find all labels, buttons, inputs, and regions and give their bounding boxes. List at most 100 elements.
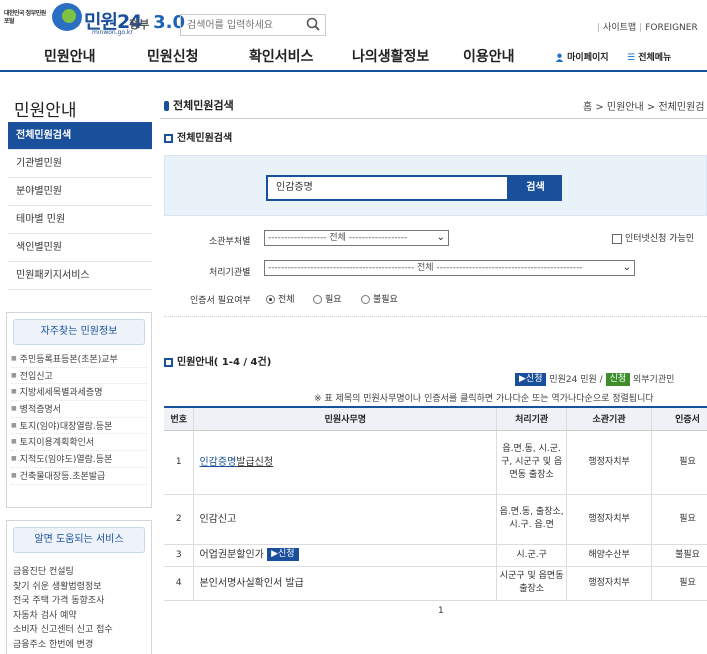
global-nav: 민원안내 민원신청 확인서비스 나의생활정보 이용안내 마이페이지 ☰ 전체메뉴 <box>0 42 707 72</box>
cert-label: 인증서 필요여부 <box>190 296 251 306</box>
sidebar-menu: 전체민원검색 기관별민원 분야별민원 테마별 민원 색인별민원 민원패키지서비스 <box>8 122 152 290</box>
service-name: 인감증명발급신청 <box>193 430 498 495</box>
section-title: 전체민원검색 <box>164 129 232 144</box>
col-header-org: 처리기관 <box>496 406 568 431</box>
service-name-text[interactable]: 본인서명사실확인서 발급 <box>199 578 303 589</box>
responsible-dept: 행정자치부 <box>566 430 653 495</box>
faq-item[interactable]: 토지(임야)대장열람.등본 <box>11 418 147 435</box>
col-header-cert[interactable]: 인증서 <box>651 406 707 431</box>
sidebar-item-all-search[interactable]: 전체민원검색 <box>8 122 152 150</box>
mypage-link[interactable]: 마이페이지 <box>555 50 609 63</box>
handling-org: 시.군.구 <box>496 544 568 567</box>
search-icon[interactable] <box>305 16 321 32</box>
col-header-no: 번호 <box>164 406 195 431</box>
internet-only-checkbox[interactable]: 인터넷신청 가능민 <box>612 231 694 244</box>
org-select[interactable]: ----------------------------------------… <box>264 260 635 276</box>
logo-url: minwon.go.kr <box>92 29 133 36</box>
menu-icon: ☰ <box>627 53 636 63</box>
cert-radio-required[interactable]: 필요 <box>313 292 342 305</box>
result-count-title: 민원안내( 1-4 / 4건) <box>164 353 271 368</box>
sitemap-link[interactable]: 사이트맵 <box>603 23 636 33</box>
service-link[interactable]: 인감증명 <box>199 457 236 468</box>
header-search <box>180 14 326 36</box>
search-panel: 인감증명 검색 <box>164 155 707 216</box>
page-number[interactable]: 1 <box>438 606 444 616</box>
help-item[interactable]: 전국 주택 가격 동향조사 <box>13 594 145 609</box>
chevron-down-icon: ⌄ <box>622 262 631 273</box>
col-header-name[interactable]: 민원사무명 <box>193 406 498 431</box>
checkbox-icon <box>612 233 622 244</box>
col-header-dept: 소관기관 <box>566 406 653 431</box>
faq-item[interactable]: 전입신고 <box>11 368 147 385</box>
section-square-icon <box>164 357 173 367</box>
result-table: 번호 민원사무명 처리기관 소관기관 인증서 1 인감증명발급신청 읍.면.동,… <box>164 406 707 601</box>
cert-required: 필요 <box>651 430 707 495</box>
row-number: 4 <box>164 566 195 601</box>
faq-item[interactable]: 주민등록표등본(초본)교부 <box>11 351 147 368</box>
table-row: 4 본인서명사실확인서 발급 시군구 및 읍면동 출장소 행정자치부 필요 <box>164 566 707 601</box>
section-square-icon <box>164 133 173 143</box>
dept-select[interactable]: ------------------ 전체 ------------------… <box>264 230 449 246</box>
faq-item[interactable]: 건축물대장등.초본발급 <box>11 468 147 485</box>
help-item[interactable]: 금융진단 컨설팅 <box>13 565 145 580</box>
service-name-text[interactable]: 인감신고 <box>199 514 236 525</box>
table-row: 1 인감증명발급신청 읍.면.동, 시.군.구, 시군구 및 읍면동 출장소 행… <box>164 430 707 495</box>
service-name-text[interactable]: 발급신청 <box>236 457 273 468</box>
search-button[interactable]: 검색 <box>509 175 562 201</box>
service-name: 본인서명사실확인서 발급 <box>193 566 498 601</box>
gnb-item-lifeinfo[interactable]: 나의생활정보 <box>352 46 429 66</box>
sidebar-item-by-field[interactable]: 분야별민원 <box>8 178 152 206</box>
handling-org: 읍.면.동, 시.군.구, 시군구 및 읍면동 출장소 <box>496 430 568 495</box>
gnb-item-help[interactable]: 이용안내 <box>463 46 515 66</box>
radio-icon <box>313 295 322 304</box>
minwon24-logo-icon[interactable] <box>52 3 82 31</box>
foreigner-link[interactable]: FOREIGNER <box>645 23 698 33</box>
cert-required: 필요 <box>651 494 707 545</box>
handling-org: 읍.면.동, 출장소, 시.구. 읍.면 <box>496 494 568 545</box>
cert-required: 불필요 <box>651 544 707 567</box>
gnb-item-guide[interactable]: 민원안내 <box>44 46 96 66</box>
gov-portal-logo-text[interactable]: 대한민국 정부민원포털 <box>4 10 48 26</box>
responsible-dept: 행정자치부 <box>566 494 653 545</box>
cert-required: 필요 <box>651 566 707 601</box>
apply-button[interactable]: ▶신청 <box>267 548 299 562</box>
help-item[interactable]: 소비자 신고센터 신고 접수 <box>13 623 145 638</box>
divider <box>160 118 707 119</box>
faq-title: 자주찾는 민원정보 <box>13 319 145 345</box>
sidebar-item-by-org[interactable]: 기관별민원 <box>8 150 152 178</box>
faq-item[interactable]: 지방세세목별과세증명 <box>11 384 147 402</box>
cert-radio-not-required[interactable]: 불필요 <box>361 292 398 305</box>
help-item[interactable]: 자동차 검사 예약 <box>13 609 145 624</box>
help-item[interactable]: 금융주소 한번에 변경 <box>13 638 145 653</box>
table-row: 2 인감신고 읍.면.동, 출장소, 시.구. 읍.면 행정자치부 필요 <box>164 494 707 545</box>
divider <box>164 316 707 317</box>
row-number: 2 <box>164 494 195 545</box>
help-title: 알면 도움되는 서비스 <box>13 527 145 553</box>
service-name-text[interactable]: 어업권분할인가 <box>199 550 263 561</box>
table-row: 3 어업권분할인가 ▶신청 시.군.구 해양수산부 불필요 <box>164 544 707 567</box>
dept-label: 소관부처별 <box>209 237 251 247</box>
service-name: 어업권분할인가 ▶신청 <box>193 544 498 567</box>
title-bullet-icon <box>164 101 169 111</box>
radio-icon <box>361 295 370 304</box>
apply-tag: ▶신청 <box>515 373 547 386</box>
allmenu-link[interactable]: ☰ 전체메뉴 <box>627 50 671 63</box>
gnb-item-verify[interactable]: 확인서비스 <box>249 46 313 66</box>
faq-item[interactable]: 토지이용계획확인서 <box>11 434 147 452</box>
help-item[interactable]: 찾기 쉬운 생활법령정보 <box>13 580 145 595</box>
faq-item[interactable]: 지적도(임야도)열람.등본 <box>11 451 147 468</box>
faq-item[interactable]: 병적증명서 <box>11 401 147 418</box>
external-apply-tag: 신청 <box>605 373 631 386</box>
gnb-item-apply[interactable]: 민원신청 <box>147 46 199 66</box>
cert-radio-all[interactable]: 전체 <box>266 292 295 305</box>
help-box: 알면 도움되는 서비스 금융진단 컨설팅 찾기 쉬운 생활법령정보 전국 주택 … <box>6 520 152 654</box>
org-label: 처리기관별 <box>209 268 251 278</box>
search-input[interactable] <box>181 15 299 35</box>
faq-box: 자주찾는 민원정보 주민등록표등본(초본)교부 전입신고 지방세세목별과세증명 … <box>6 312 152 508</box>
keyword-input[interactable]: 인감증명 <box>266 175 509 201</box>
sidebar-item-by-theme[interactable]: 테마별 민원 <box>8 206 152 234</box>
service-name: 인감신고 <box>193 494 498 545</box>
sidebar-item-by-index[interactable]: 색인별민원 <box>8 234 152 262</box>
breadcrumb[interactable]: 홈 > 민원안내 > 전체민원검 <box>583 98 704 113</box>
sidebar-item-package[interactable]: 민원패키지서비스 <box>8 262 152 290</box>
